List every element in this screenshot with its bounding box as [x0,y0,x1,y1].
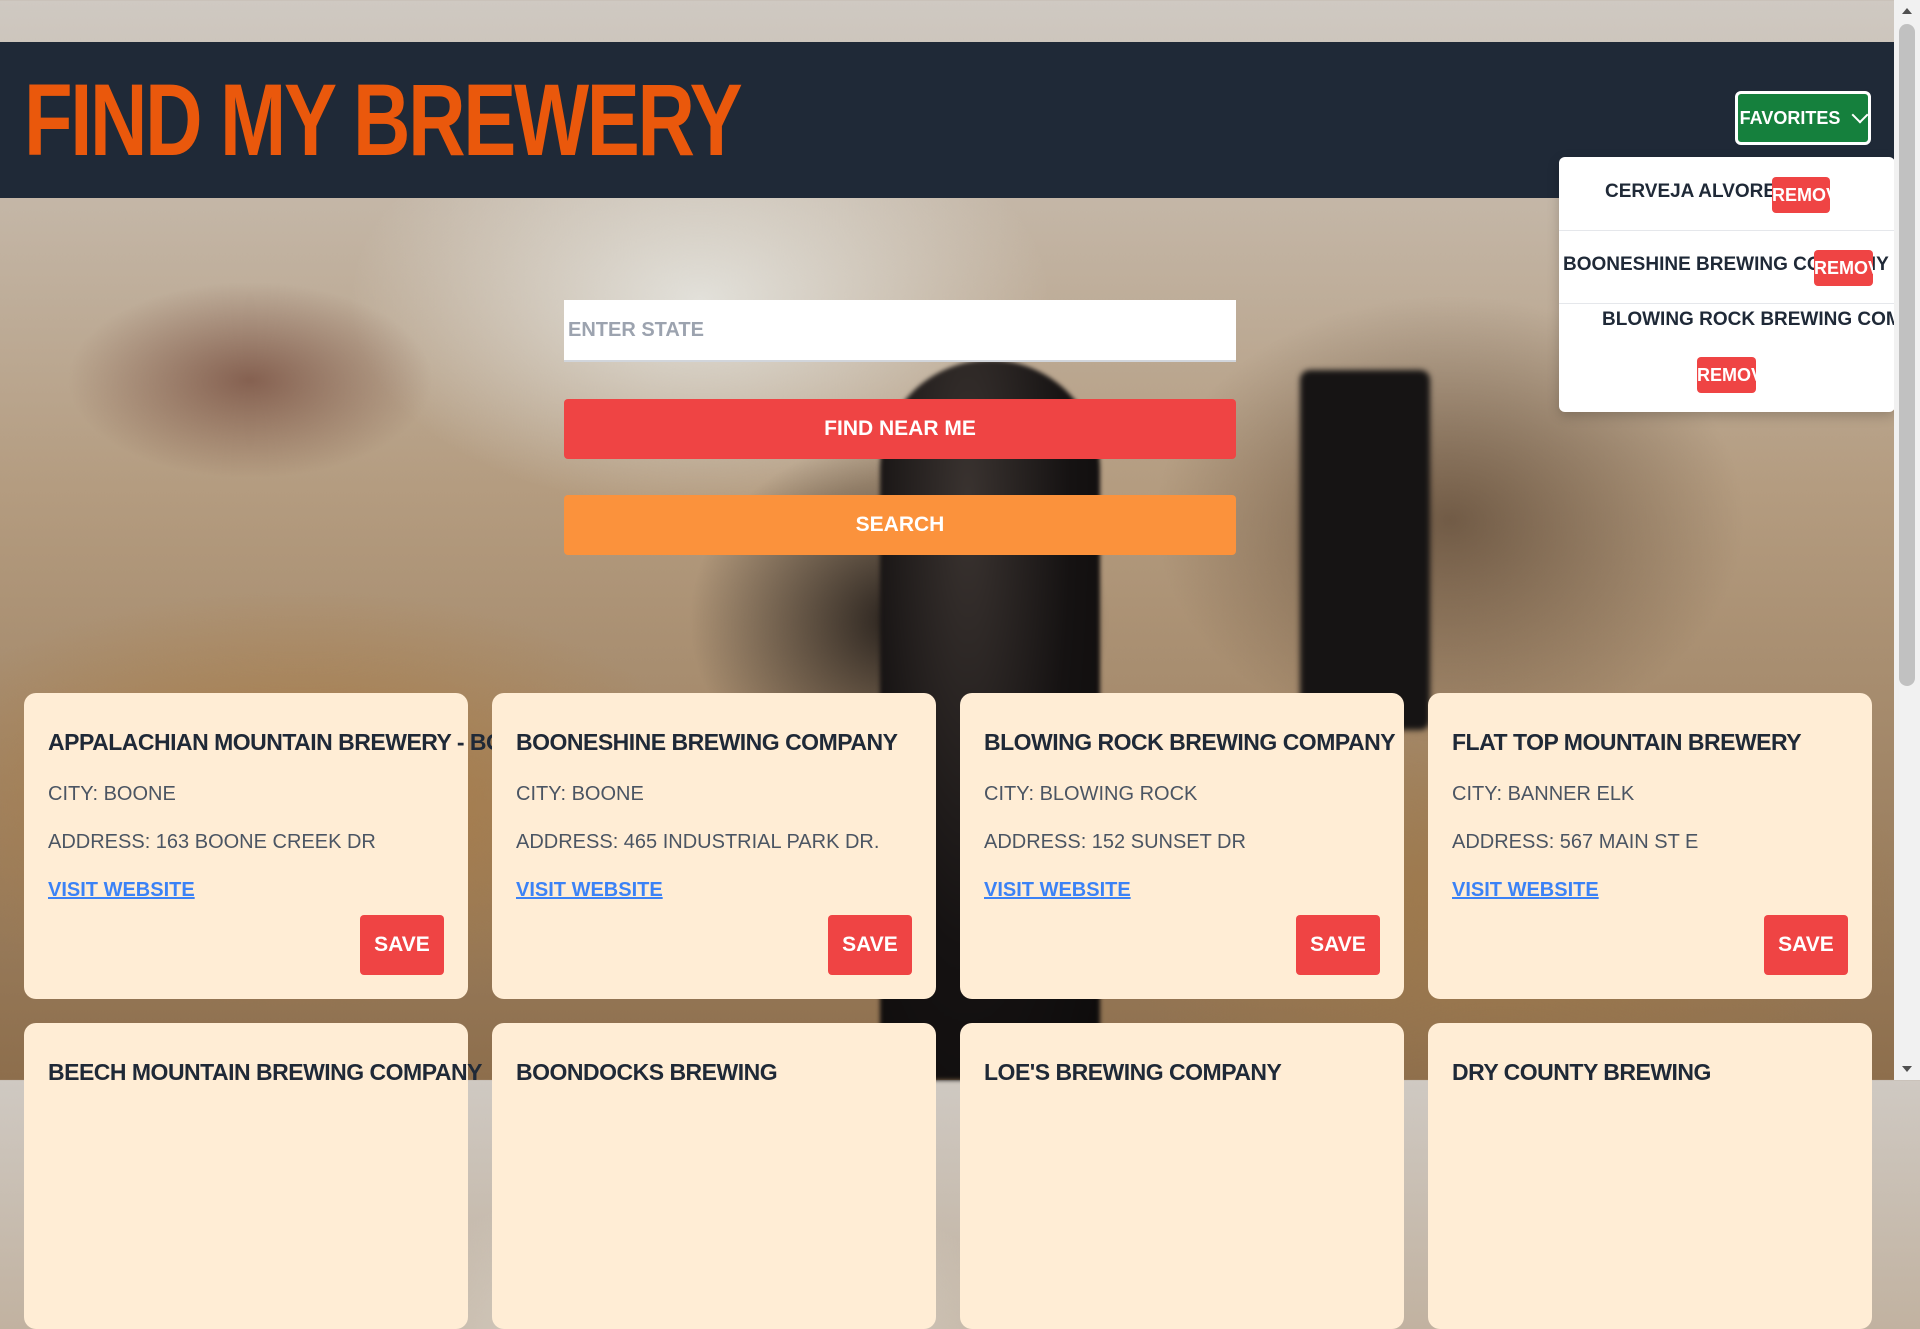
visit-website-link[interactable]: Visit Website [516,879,663,902]
brewery-card: Appalachian Mountain Brewery - Boone Cit… [24,693,552,999]
favorite-item: Blowing Rock Brewing Company Remove [1559,304,1920,412]
brewery-name: Boondocks Brewing [516,1059,778,1085]
favorites-dropdown-button[interactable]: Favorites [1735,91,1871,145]
scrollbar-thumb[interactable] [1899,24,1915,686]
brewery-address: Address: 152 Sunset Dr [984,831,1246,853]
brewery-name: Booneshine Brewing Company [516,729,898,755]
save-button[interactable]: Save [828,915,912,975]
brewery-card: Boondocks Brewing [492,1023,936,1329]
brewery-name: Dry County Brewing [1452,1059,1711,1085]
brewery-address: Address: 567 Main St E [1452,831,1699,853]
brewery-card: Flat Top Mountain Brewery City: Banner E… [1428,693,1872,999]
remove-favorite-button[interactable]: Remove [1814,250,1873,286]
brewery-address: Address: 163 Boone Creek Dr [48,831,376,853]
visit-website-link[interactable]: Visit Website [984,879,1131,902]
save-button[interactable]: Save [360,915,444,975]
visit-website-link[interactable]: Visit Website [48,879,195,902]
brewery-card: Loe's Brewing Company [960,1023,1404,1329]
brewery-card: Dry County Brewing [1428,1023,1872,1329]
brewery-city: City: Blowing Rock [984,783,1198,805]
favorite-item: Cerveja Alvoreada Remove [1559,157,1895,230]
brewery-name: Blowing Rock Brewing Company [984,729,1396,755]
scroll-down-arrow-icon[interactable] [1902,1066,1912,1072]
vertical-scrollbar[interactable] [1894,0,1920,1080]
remove-favorite-button[interactable]: Remove [1772,177,1830,213]
brewery-name: Beech Mountain Brewing Company [48,1059,482,1085]
brewery-city: City: Banner Elk [1452,783,1635,805]
search-button[interactable]: Search [564,495,1236,555]
brewery-address: Address: 465 Industrial Park Dr. [516,831,880,853]
brewery-city: City: Boone [516,783,644,805]
brewery-name: Loe's Brewing Company [984,1059,1282,1085]
chevron-down-icon [1851,106,1869,124]
save-button[interactable]: Save [1764,915,1848,975]
background-tap-right [1300,370,1430,730]
favorites-menu: Cerveja Alvoreada Remove Booneshine Brew… [1559,157,1920,412]
brewery-name: Flat Top Mountain Brewery [1452,729,1802,755]
favorite-item: Booneshine Brewing Company Remove [1559,231,1895,303]
brewery-card: Blowing Rock Brewing Company City: Blowi… [960,693,1404,999]
brewery-card: Beech Mountain Brewing Company [24,1023,482,1329]
find-near-me-button[interactable]: Find Near Me [564,399,1236,459]
save-button[interactable]: Save [1296,915,1380,975]
brewery-card: Booneshine Brewing Company City: Boone A… [492,693,936,999]
brewery-name: Appalachian Mountain Brewery - Boone [48,729,552,755]
state-input[interactable] [564,300,1236,362]
brewery-city: City: Boone [48,783,176,805]
favorites-label: Favorites [1739,107,1841,128]
remove-favorite-button[interactable]: Remove [1697,357,1756,393]
scroll-up-arrow-icon[interactable] [1902,8,1912,14]
visit-website-link[interactable]: Visit Website [1452,879,1599,902]
favorite-name: Blowing Rock Brewing Company [1602,309,1920,330]
page-title: Find My Brewery [24,63,743,177]
